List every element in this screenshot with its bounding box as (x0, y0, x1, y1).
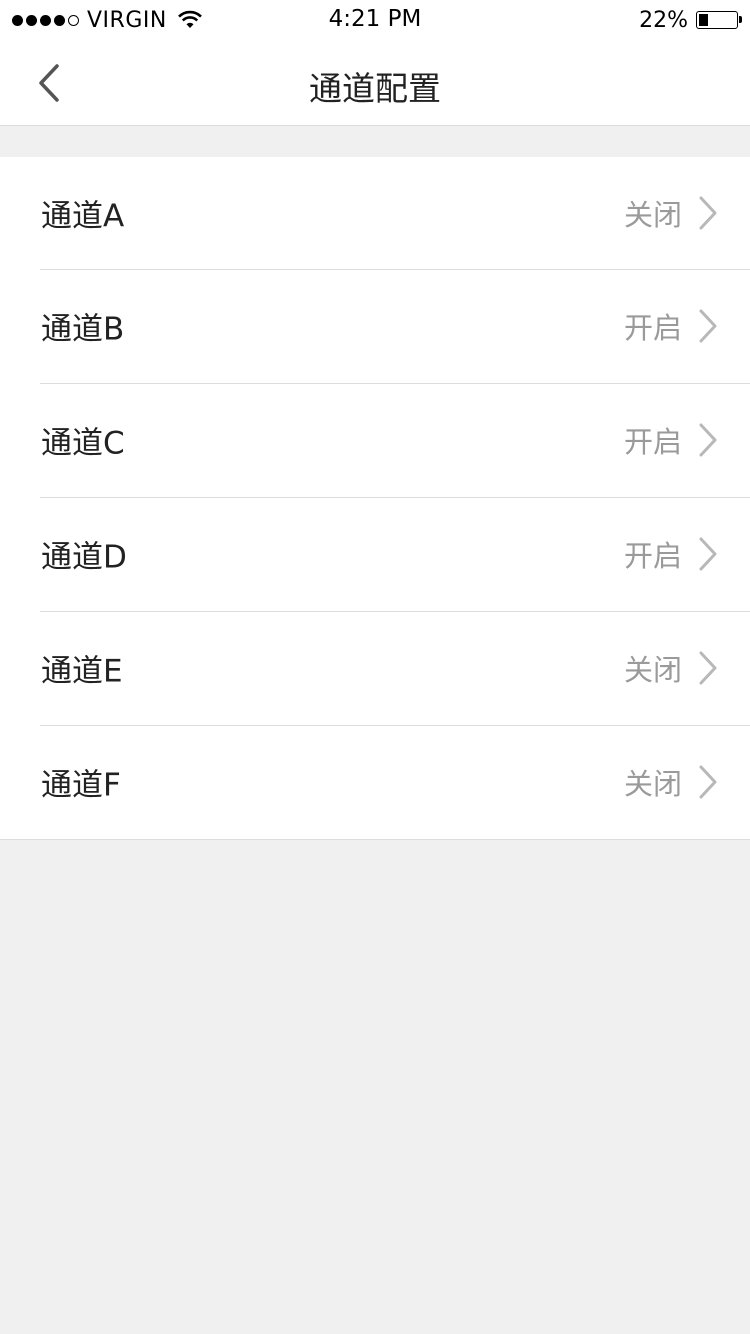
channel-label: 通道C (41, 425, 125, 462)
channel-label: 通道A (41, 198, 125, 235)
channel-label: 通道F (41, 767, 121, 804)
status-bar: VIRGIN 4:21 PM 22% (0, 0, 750, 40)
chevron-right-icon (699, 765, 717, 799)
channel-status: 关闭 (623, 198, 682, 232)
channel-label: 通道B (41, 311, 125, 348)
chevron-right-icon (699, 651, 717, 685)
list-item-channel-b[interactable]: 通道B 开启 (0, 269, 750, 383)
list-item-channel-c[interactable]: 通道C 开启 (0, 383, 750, 497)
battery-icon (696, 11, 742, 29)
channel-list: 通道A 关闭 通道B 开启 通道C 开启 通道D 开启 通道E 关闭 通道F 关… (0, 157, 750, 840)
channel-status: 关闭 (623, 767, 682, 801)
page-title: 通道配置 (309, 69, 441, 108)
channel-status: 关闭 (623, 653, 682, 687)
channel-status: 开启 (623, 425, 682, 459)
battery-percent: 22% (639, 7, 688, 33)
list-item-channel-d[interactable]: 通道D 开启 (0, 497, 750, 611)
list-item-channel-a[interactable]: 通道A 关闭 (0, 157, 750, 269)
chevron-right-icon (699, 423, 717, 457)
status-right: 22% (639, 7, 742, 33)
list-item-channel-e[interactable]: 通道E 关闭 (0, 611, 750, 725)
chevron-right-icon (699, 309, 717, 343)
navigation-bar: 通道配置 (0, 40, 750, 126)
channel-label: 通道D (41, 539, 127, 576)
battery-level-fill (699, 14, 708, 26)
channel-status: 开启 (623, 311, 682, 345)
status-time: 4:21 PM (328, 6, 422, 32)
channel-status: 开启 (623, 539, 682, 573)
chevron-right-icon (699, 196, 717, 230)
chevron-right-icon (699, 537, 717, 571)
list-item-channel-f[interactable]: 通道F 关闭 (0, 725, 750, 839)
channel-label: 通道E (41, 653, 123, 690)
